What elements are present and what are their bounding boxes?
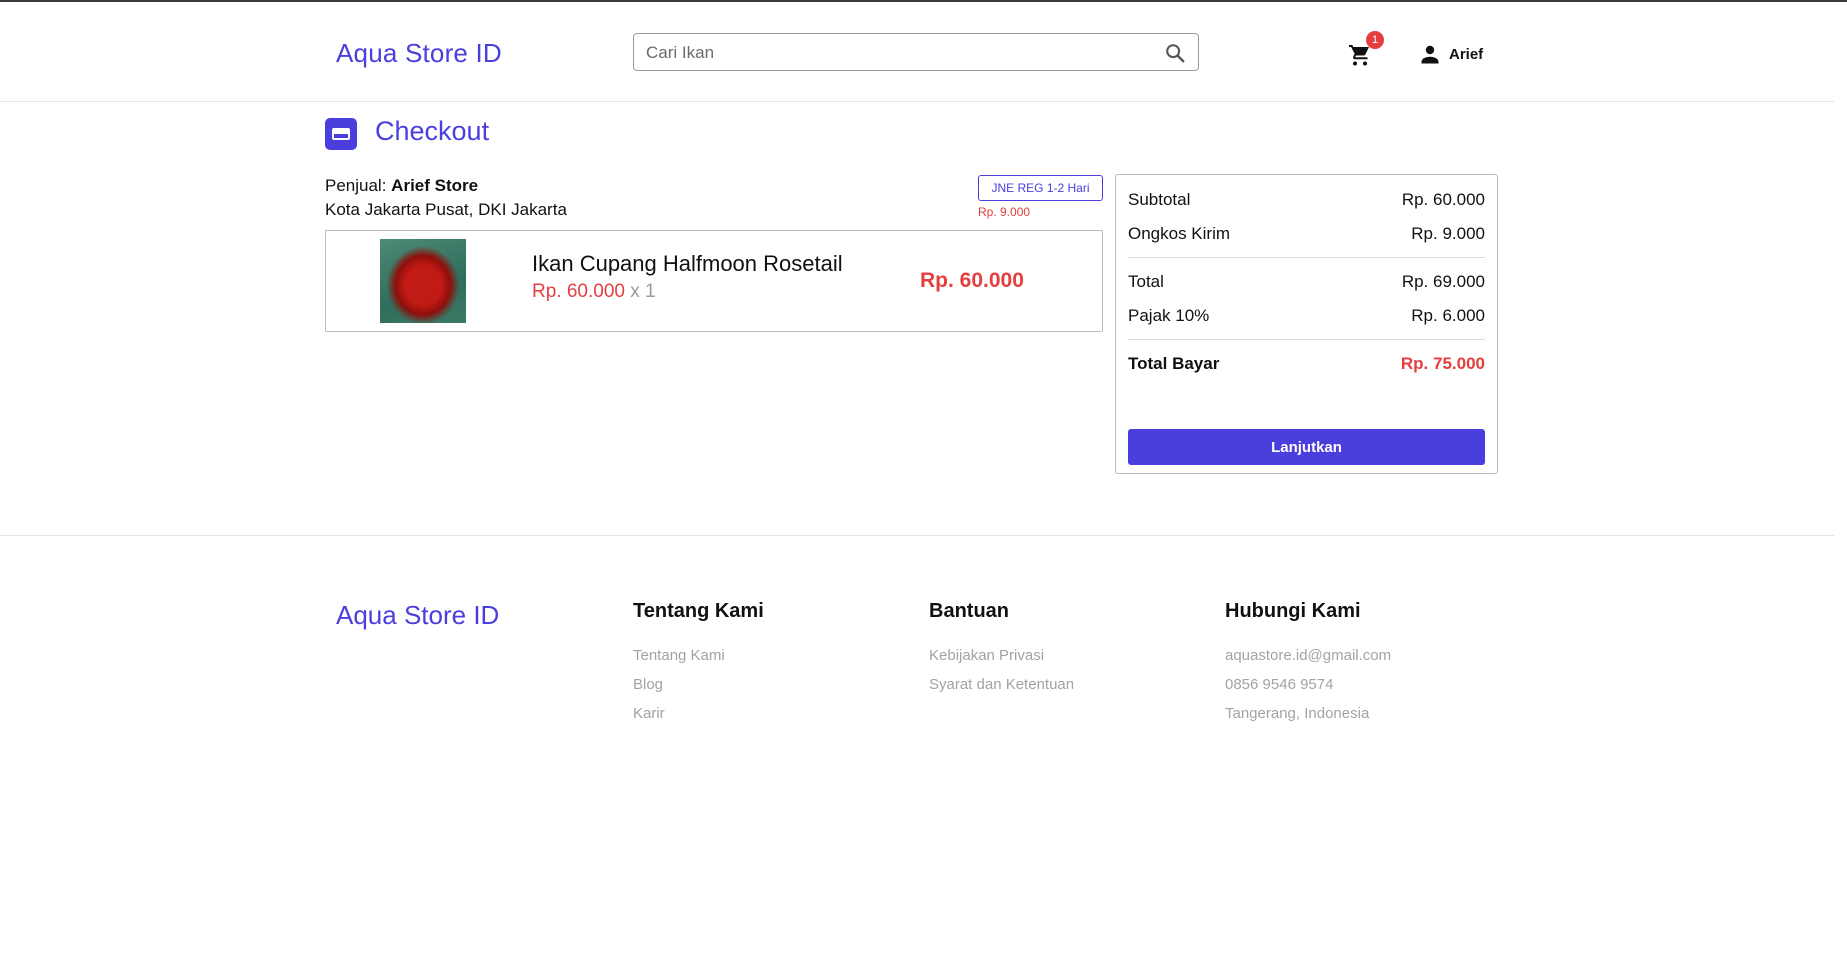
seller-location: Kota Jakarta Pusat, DKI Jakarta: [325, 200, 567, 219]
cart-item: Ikan Cupang Halfmoon Rosetail Rp. 60.000…: [325, 230, 1103, 332]
footer-col-title: Tentang Kami: [633, 600, 764, 622]
divider: [1128, 339, 1485, 340]
grand-total-value: Rp. 75.000: [1400, 354, 1485, 373]
header: Aqua Store ID 1 Arief: [0, 2, 1834, 102]
divider: [1128, 257, 1485, 258]
search-bar: [633, 33, 1199, 72]
shipping-cost-value: Rp. 9.000: [1411, 224, 1485, 243]
product-price: Rp. 60.000 x 1: [532, 281, 656, 303]
shipping-option-badge[interactable]: JNE REG 1-2 Hari: [978, 175, 1103, 201]
footer-link-career[interactable]: Karir: [633, 699, 764, 728]
footer-divider: [0, 535, 1834, 536]
page-title: Checkout: [375, 116, 490, 146]
cart-count-badge: 1: [1366, 31, 1384, 49]
credit-card-icon: [325, 118, 357, 150]
subtotal-value: Rp. 60.000: [1401, 190, 1485, 209]
footer-col-contact: Hubungi Kami aquastore.id@gmail.com 0856…: [1225, 600, 1391, 728]
footer-col-help: Bantuan Kebijakan Privasi Syarat dan Ket…: [929, 600, 1074, 699]
seller-info: Penjual: Arief Store: [325, 176, 478, 196]
product-image: [380, 239, 466, 323]
footer-col-title: Bantuan: [929, 600, 1009, 622]
tax-value: Rp. 6.000: [1411, 306, 1485, 325]
shipping-row: Ongkos Kirim Rp. 9.000: [1128, 224, 1485, 244]
subtotal-label: Subtotal: [1128, 190, 1191, 209]
footer-link-terms[interactable]: Syarat dan Ketentuan: [929, 670, 1074, 699]
shipping-price: Rp. 9.000: [978, 205, 1031, 219]
footer-email[interactable]: aquastore.id@gmail.com: [1225, 641, 1391, 670]
footer-phone[interactable]: 0856 9546 9574: [1225, 670, 1391, 699]
footer-link-privacy[interactable]: Kebijakan Privasi: [929, 641, 1074, 670]
total-row: Total Rp. 69.000: [1128, 272, 1485, 292]
item-total: Rp. 60.000: [920, 269, 1024, 292]
continue-button[interactable]: Lanjutkan: [1128, 429, 1485, 465]
subtotal-row: Subtotal Rp. 60.000: [1128, 190, 1485, 210]
seller-name: Arief Store: [391, 176, 479, 195]
unit-price: Rp. 60.000: [532, 281, 625, 302]
tax-label: Pajak 10%: [1128, 306, 1210, 325]
footer-logo[interactable]: Aqua Store ID: [336, 600, 499, 631]
search-input[interactable]: [644, 34, 1148, 72]
grand-total-row: Total Bayar Rp. 75.000: [1128, 354, 1485, 374]
footer-col-about: Tentang Kami Tentang Kami Blog Karir: [633, 600, 764, 728]
footer-col-title: Hubungi Kami: [1225, 600, 1361, 622]
grand-total-label: Total Bayar: [1128, 354, 1220, 373]
total-label: Total: [1128, 272, 1164, 291]
product-name: Ikan Cupang Halfmoon Rosetail: [532, 251, 843, 276]
product-quantity: x 1: [624, 281, 656, 302]
footer-address: Tangerang, Indonesia: [1225, 705, 1370, 722]
user-name[interactable]: Arief: [1449, 46, 1483, 63]
tax-row: Pajak 10% Rp. 6.000: [1128, 306, 1485, 326]
shipping-cost-label: Ongkos Kirim: [1128, 224, 1231, 243]
user-icon[interactable]: [1418, 42, 1442, 66]
order-summary: Subtotal Rp. 60.000 Ongkos Kirim Rp. 9.0…: [1115, 174, 1498, 474]
seller-prefix: Penjual:: [325, 176, 392, 195]
footer-link-blog[interactable]: Blog: [633, 670, 764, 699]
footer-link-about[interactable]: Tentang Kami: [633, 641, 764, 670]
total-value: Rp. 69.000: [1401, 272, 1485, 291]
site-logo[interactable]: Aqua Store ID: [336, 38, 502, 69]
search-icon[interactable]: [1164, 42, 1186, 64]
